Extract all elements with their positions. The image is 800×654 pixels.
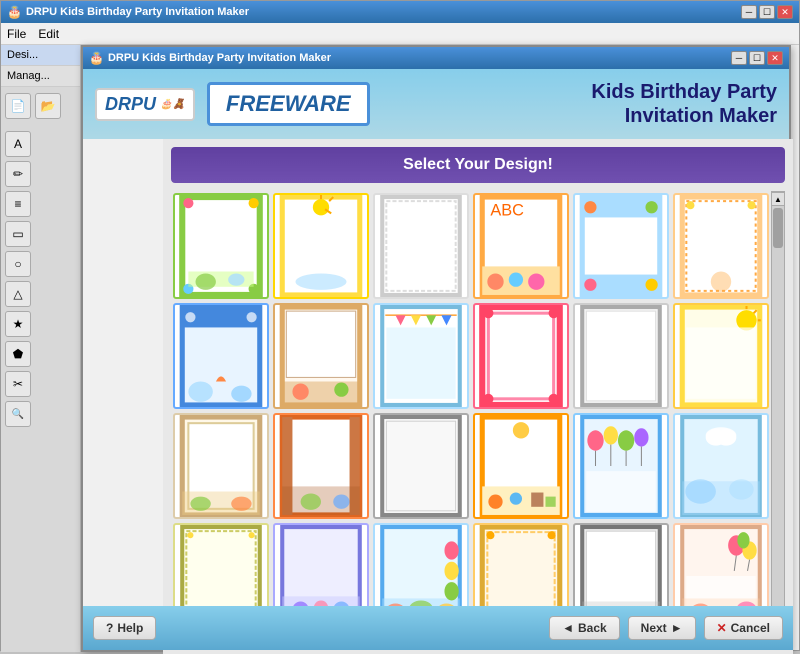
tool-draw[interactable]: ✏ [5, 161, 31, 187]
inner-minimize-btn[interactable]: ─ [731, 51, 747, 65]
tool-shape[interactable]: ⬟ [5, 341, 31, 367]
design-card-17[interactable] [573, 413, 669, 519]
inner-close-btn[interactable]: ✕ [767, 51, 783, 65]
tool-star[interactable]: ★ [5, 311, 31, 337]
scrollbar[interactable]: ▲ ▼ [771, 191, 785, 631]
tool-new-file[interactable]: 📄 [5, 93, 31, 119]
manage-tab[interactable]: Manag... [1, 66, 80, 87]
tool-zoom[interactable]: 🔍 [5, 401, 31, 427]
design-card-1[interactable] [173, 193, 269, 299]
cancel-button[interactable]: ✕ Cancel [704, 616, 783, 640]
design-card-15[interactable] [373, 413, 469, 519]
design-tab[interactable]: Desi... [1, 45, 80, 66]
birthday-emoji: 🎂🧸 [160, 99, 185, 110]
inner-maximize-btn[interactable]: ☐ [749, 51, 765, 65]
outer-minimize-btn[interactable]: ─ [741, 5, 757, 19]
outer-title-text: DRPU Kids Birthday Party Invitation Make… [26, 6, 249, 18]
tool-text[interactable]: A [5, 131, 31, 157]
tool-lines[interactable]: ≡ [5, 191, 31, 217]
app-title: Kids Birthday PartyInvitation Maker [591, 80, 777, 128]
sidebar-tool-row-1: 📄 📂 [5, 93, 76, 119]
outer-menubar: File Edit [1, 23, 799, 45]
tool-circle[interactable]: ○ [5, 251, 31, 277]
inner-window: 🎂 DRPU Kids Birthday Party Invitation Ma… [81, 45, 791, 652]
design-header-text: Select Your Design! [403, 156, 553, 174]
design-card-10[interactable] [473, 303, 569, 409]
design-header: Select Your Design! [171, 147, 785, 183]
design-card-11[interactable] [573, 303, 669, 409]
design-card-12[interactable] [673, 303, 769, 409]
design-card-7[interactable] [173, 303, 269, 409]
design-grid-container: ABC [171, 191, 785, 631]
cancel-icon: ✕ [717, 621, 727, 635]
tool-triangle[interactable]: △ [5, 281, 31, 307]
tool-rect[interactable]: ▭ [5, 221, 31, 247]
outer-titlebar: 🎂 DRPU Kids Birthday Party Invitation Ma… [1, 1, 799, 23]
design-card-6[interactable] [673, 193, 769, 299]
inner-titlebar: 🎂 DRPU Kids Birthday Party Invitation Ma… [83, 47, 789, 69]
app-header: DRPU 🎂🧸 FREEWARE Kids Birthday PartyInvi… [83, 69, 789, 139]
outer-sidebar-tools: 📄 📂 A ✏ ≡ ▭ ○ △ ★ ⬟ ✂ 🔍 [1, 87, 80, 433]
arrow-right-icon: ► [671, 621, 683, 635]
main-content: Select Your Design! [163, 139, 793, 654]
arrow-left-icon: ◄ [562, 621, 574, 635]
outer-window: 🎂 DRPU Kids Birthday Party Invitation Ma… [0, 0, 800, 651]
design-card-13[interactable] [173, 413, 269, 519]
tool-cut[interactable]: ✂ [5, 371, 31, 397]
tool-open-folder[interactable]: 📂 [35, 93, 61, 119]
design-card-8[interactable] [273, 303, 369, 409]
inner-app-icon: 🎂 [89, 51, 104, 65]
svg-text:ABC: ABC [490, 201, 524, 219]
drpu-logo: DRPU 🎂🧸 [95, 88, 195, 121]
design-card-2[interactable] [273, 193, 369, 299]
design-card-9[interactable] [373, 303, 469, 409]
design-grid: ABC [171, 191, 771, 631]
help-button[interactable]: ? Help [93, 616, 156, 640]
design-card-4[interactable]: ABC [473, 193, 569, 299]
freeware-badge: FREEWARE [207, 82, 370, 126]
design-card-14[interactable] [273, 413, 369, 519]
outer-left-panel: Desi... Manag... 📄 📂 A ✏ ≡ ▭ ○ △ ★ ⬟ ✂ 🔍 [1, 45, 81, 652]
design-card-5[interactable] [573, 193, 669, 299]
outer-maximize-btn[interactable]: ☐ [759, 5, 775, 19]
menu-edit[interactable]: Edit [38, 27, 59, 41]
question-icon: ? [106, 621, 113, 635]
scroll-thumb[interactable] [773, 208, 783, 248]
back-button[interactable]: ◄ Back [549, 616, 620, 640]
design-card-16[interactable] [473, 413, 569, 519]
outer-window-controls: ─ ☐ ✕ [741, 5, 793, 19]
design-card-18[interactable] [673, 413, 769, 519]
menu-file[interactable]: File [7, 27, 26, 41]
inner-window-controls: ─ ☐ ✕ [731, 51, 783, 65]
next-button[interactable]: Next ► [628, 616, 696, 640]
scroll-up-arrow[interactable]: ▲ [771, 192, 785, 206]
outer-close-btn[interactable]: ✕ [777, 5, 793, 19]
outer-app-icon: 🎂 [7, 5, 22, 19]
inner-title-left: 🎂 DRPU Kids Birthday Party Invitation Ma… [89, 51, 331, 65]
inner-title-text: DRPU Kids Birthday Party Invitation Make… [108, 52, 331, 64]
design-card-3[interactable] [373, 193, 469, 299]
outer-title-left: 🎂 DRPU Kids Birthday Party Invitation Ma… [7, 5, 249, 19]
bottom-bar: ? Help ◄ Back Next ► ✕ Cancel [83, 606, 793, 650]
